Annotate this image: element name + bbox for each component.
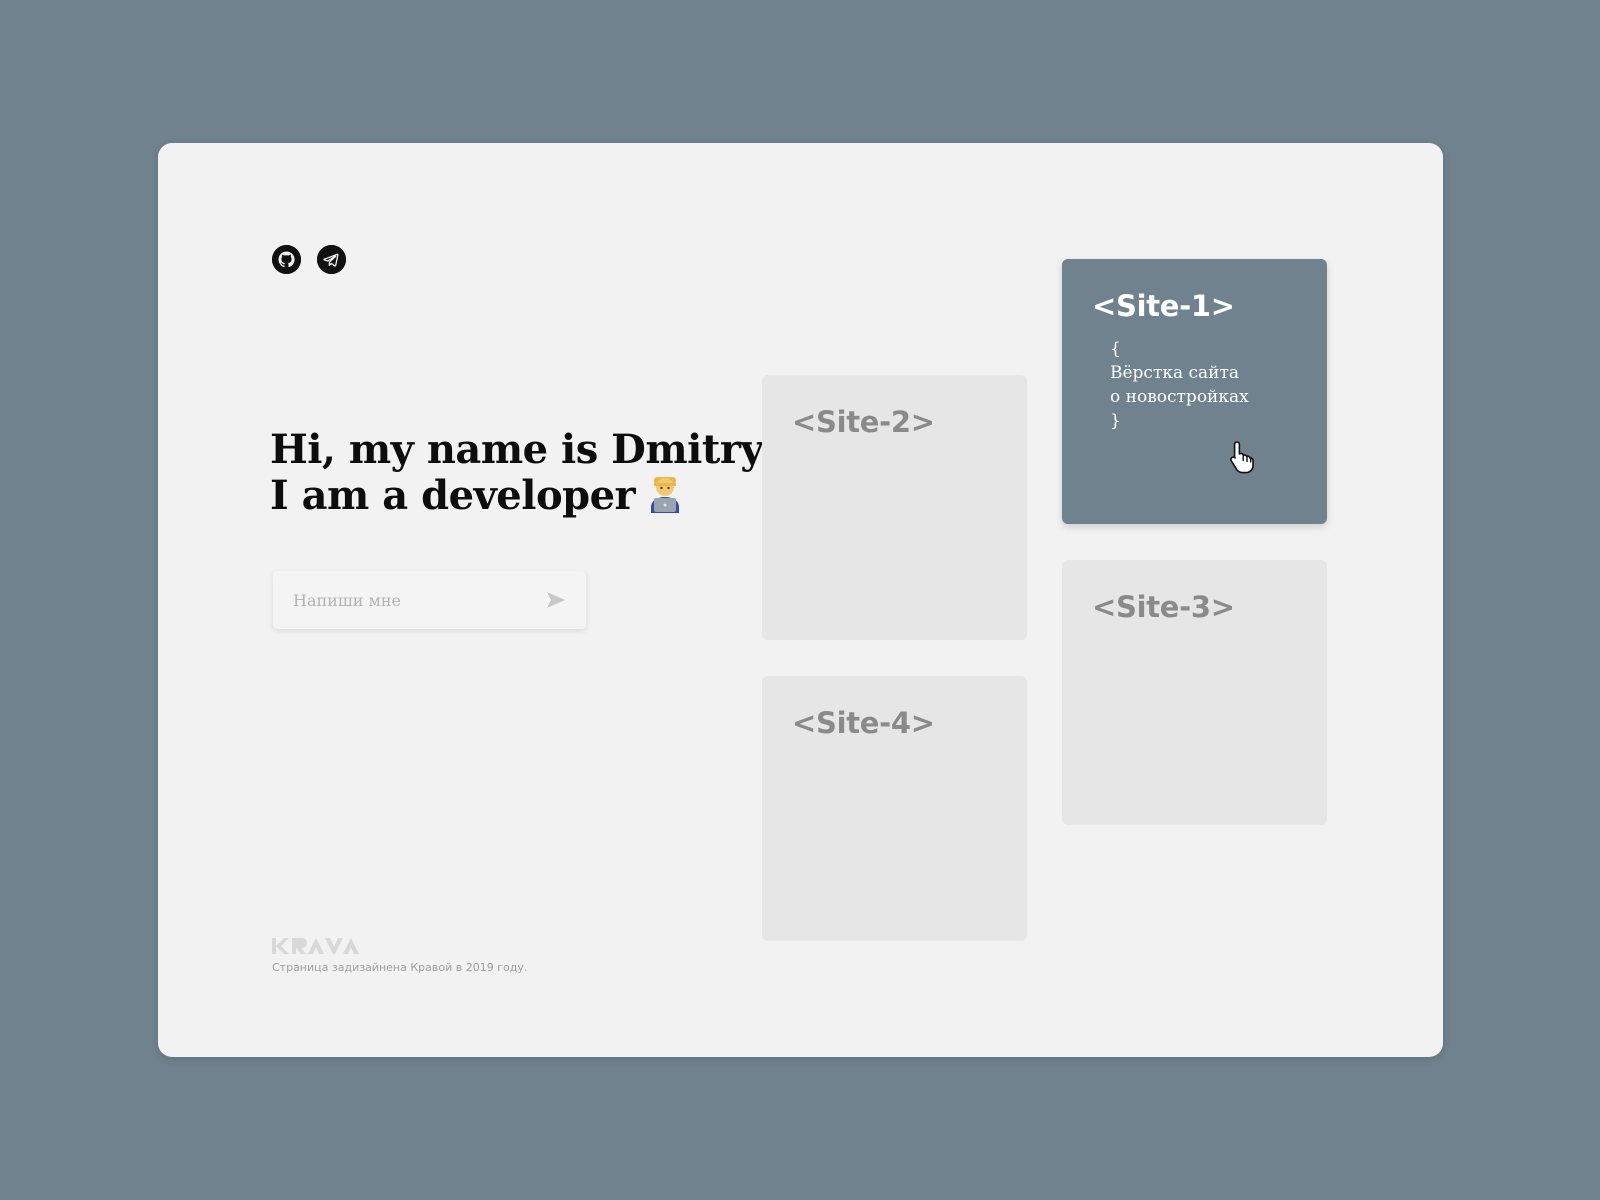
tile-title: <Site-2> xyxy=(792,405,935,439)
desc-line-1: Вёрстка сайта xyxy=(1110,363,1240,383)
portfolio-card: Hi, my name is Dmitry I am a developer <… xyxy=(158,143,1443,1057)
hero-line-1: Hi, my name is Dmitry xyxy=(270,426,764,473)
github-icon-graphic xyxy=(272,245,301,274)
message-input[interactable] xyxy=(273,590,536,610)
open-brace: { xyxy=(1110,339,1121,359)
tile-title: <Site-3> xyxy=(1092,590,1235,624)
desc-line-2: о новостройках xyxy=(1110,387,1249,407)
message-form xyxy=(273,571,586,629)
project-tile-site-4[interactable]: <Site-4> xyxy=(762,676,1027,941)
hero-line-2-text: I am a developer xyxy=(270,472,636,519)
krava-logo xyxy=(272,938,359,954)
tile-description: { Вёрстка сайта о новостройках } xyxy=(1110,337,1297,433)
telegram-icon-graphic xyxy=(317,245,346,274)
tile-title: <Site-4> xyxy=(792,706,935,740)
telegram-icon[interactable] xyxy=(317,245,346,274)
close-brace: } xyxy=(1110,411,1121,431)
github-icon[interactable] xyxy=(272,245,301,274)
footer: Страница задизайнена Кравой в 2019 году. xyxy=(272,937,527,974)
footer-credits: Страница задизайнена Кравой в 2019 году. xyxy=(272,961,528,974)
send-button[interactable] xyxy=(536,580,576,620)
project-tile-site-1[interactable]: <Site-1> { Вёрстка сайта о новостройках … xyxy=(1062,259,1327,524)
man-technologist-icon xyxy=(645,473,685,525)
hand-pointer-icon xyxy=(1230,441,1254,474)
social-links xyxy=(272,245,346,274)
send-arrow-icon xyxy=(547,592,565,608)
hero-line-2: I am a developer xyxy=(270,473,763,525)
hero-headline: Hi, my name is Dmitry I am a developer xyxy=(270,426,764,525)
tile-title: <Site-1> xyxy=(1092,289,1235,323)
project-tile-site-3[interactable]: <Site-3> xyxy=(1062,560,1327,825)
project-tile-site-2[interactable]: <Site-2> xyxy=(762,375,1027,640)
